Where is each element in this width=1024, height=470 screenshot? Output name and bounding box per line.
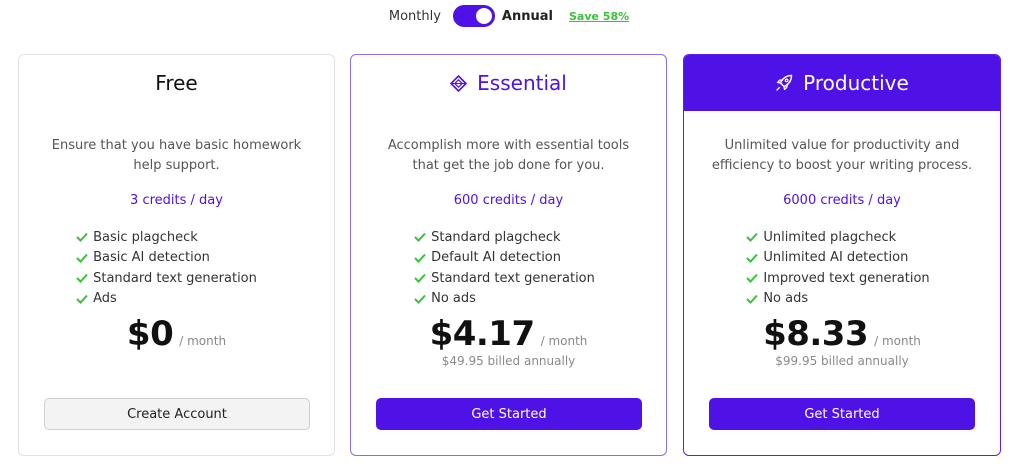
feature-label: Unlimited AI detection <box>763 250 909 266</box>
feature-item: Basic AI detection <box>76 248 257 269</box>
plan-description: Unlimited value for productivity and eff… <box>711 138 973 173</box>
check-icon <box>76 233 88 243</box>
plan-credits: 600 credits / day <box>453 193 564 208</box>
feature-item: Unlimited AI detection <box>746 248 929 269</box>
feature-label: Standard text generation <box>431 270 595 286</box>
billing-toggle-row: Monthly Annual Save 58% <box>0 4 1024 28</box>
feature-label: Ads <box>93 291 117 307</box>
rocket-icon <box>775 74 793 92</box>
feature-item: Standard text generation <box>76 268 257 289</box>
plan-credits: 3 credits / day <box>130 193 223 208</box>
price-period: / month <box>179 334 227 348</box>
feature-item: Unlimited plagcheck <box>746 227 929 248</box>
annual-label[interactable]: Annual <box>502 9 553 24</box>
plan-title: Productive <box>803 71 909 95</box>
switch-knob <box>475 8 492 24</box>
plan-price: $4.17 <box>429 314 536 354</box>
price-row: $8.33 / month <box>763 314 921 354</box>
check-icon <box>414 274 426 284</box>
monthly-label[interactable]: Monthly <box>389 9 441 24</box>
feature-item: No ads <box>414 289 595 310</box>
get-started-productive-button[interactable]: Get Started <box>709 398 975 430</box>
feature-label: Default AI detection <box>431 250 561 266</box>
diamond-icon <box>450 74 468 92</box>
plan-title: Essential <box>477 71 567 95</box>
plan-title: Free <box>155 71 198 95</box>
billed-annually-note: $99.95 billed annually <box>775 354 909 368</box>
feature-item: Standard text generation <box>414 268 595 289</box>
feature-list: Standard plagcheck Default AI detection … <box>414 227 595 309</box>
save-percentage-link[interactable]: Save 58% <box>569 10 629 23</box>
feature-label: Basic AI detection <box>93 250 210 266</box>
check-icon <box>76 253 88 263</box>
feature-item: Standard plagcheck <box>414 227 595 248</box>
feature-label: No ads <box>431 291 476 307</box>
check-icon <box>414 253 426 263</box>
feature-label: Basic plagcheck <box>93 229 198 245</box>
plan-header: Essential <box>351 55 666 111</box>
feature-item: Improved text generation <box>746 268 930 289</box>
get-started-essential-button[interactable]: Get Started <box>376 398 642 430</box>
check-icon <box>746 253 759 263</box>
price-row: $0 / month <box>127 314 226 354</box>
price-row: $4.17 / month <box>430 314 588 354</box>
feature-item: Default AI detection <box>414 248 595 269</box>
plan-price: $0 <box>126 314 174 354</box>
create-account-button[interactable]: Create Account <box>44 398 310 430</box>
feature-list: Unlimited plagcheck Unlimited AI detecti… <box>746 227 930 310</box>
check-icon <box>76 294 88 304</box>
check-icon <box>414 233 426 243</box>
feature-label: Standard plagcheck <box>431 229 561 245</box>
feature-label: Improved text generation <box>763 270 930 286</box>
plan-description: Accomplish more with essential tools tha… <box>387 138 630 173</box>
check-icon <box>76 274 88 284</box>
plan-header: Free <box>19 55 334 111</box>
plan-price: $8.33 <box>763 314 869 354</box>
billed-annually-note: $49.95 billed annually <box>441 354 576 368</box>
check-icon <box>414 294 426 304</box>
feature-label: Unlimited plagcheck <box>763 229 897 245</box>
plan-credits: 6000 credits / day <box>783 193 901 208</box>
feature-label: Standard text generation <box>93 270 257 286</box>
check-icon <box>746 233 759 243</box>
check-icon <box>746 294 759 304</box>
plan-header: Productive <box>684 55 1000 111</box>
price-period: / month <box>874 334 921 348</box>
feature-item: Ads <box>76 289 257 310</box>
price-period: / month <box>540 334 588 348</box>
plan-card-free: Free Ensure that you have basic homework… <box>18 54 335 456</box>
feature-list: Basic plagcheck Basic AI detection Stand… <box>76 227 257 309</box>
plan-description: Ensure that you have basic homework help… <box>51 138 302 173</box>
check-icon <box>746 274 759 284</box>
billing-period-switch[interactable] <box>452 5 495 27</box>
feature-item: Basic plagcheck <box>76 227 257 248</box>
plan-card-essential: Essential Accomplish more with essential… <box>350 54 667 456</box>
feature-label: No ads <box>763 291 809 307</box>
plan-card-productive: Productive Unlimited value for productiv… <box>683 54 1001 456</box>
feature-item: No ads <box>746 289 929 310</box>
